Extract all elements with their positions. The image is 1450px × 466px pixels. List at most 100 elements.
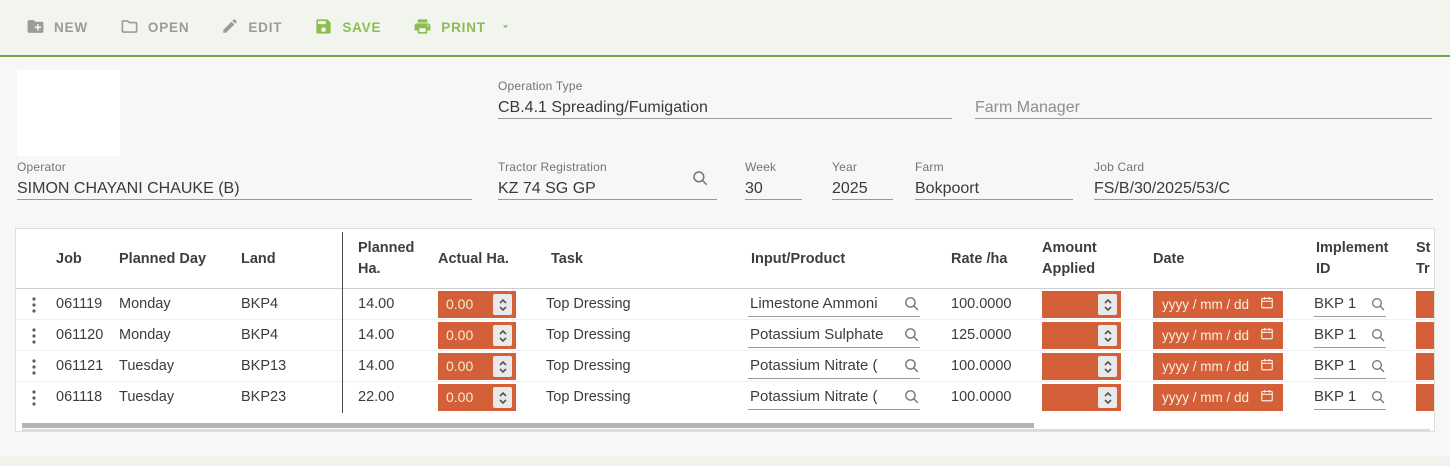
folder-icon <box>120 17 139 39</box>
input-product-field[interactable]: Limestone Ammoni <box>748 291 920 317</box>
chevron-down-icon[interactable] <box>499 20 512 36</box>
calendar-icon[interactable] <box>1260 357 1274 377</box>
open-button[interactable]: OPEN <box>120 17 189 39</box>
search-icon[interactable] <box>903 388 920 405</box>
actual-ha-input[interactable]: 0.00 <box>438 353 516 380</box>
search-icon[interactable] <box>1370 327 1386 343</box>
number-spinner-icon[interactable] <box>1098 325 1117 346</box>
implement-id-value: BKP 1 <box>1314 326 1365 343</box>
job-number: 061118 <box>56 382 102 413</box>
number-spinner-icon[interactable] <box>1098 294 1117 315</box>
implement-id-field[interactable]: BKP 1 <box>1314 291 1386 317</box>
farm-field[interactable]: Farm Bokpoort <box>915 159 1073 200</box>
amount-applied-input[interactable] <box>1042 384 1121 411</box>
implement-id-value: BKP 1 <box>1314 388 1365 405</box>
search-icon[interactable] <box>903 357 920 374</box>
job-card-label: Job Card <box>1094 159 1433 175</box>
clipped-orange-input[interactable] <box>1416 291 1435 318</box>
task: Top Dressing <box>546 320 631 351</box>
clipped-orange-input[interactable] <box>1416 353 1435 380</box>
row-menu-icon[interactable] <box>32 289 36 320</box>
date-placeholder: yyyy / mm / dd <box>1162 297 1249 312</box>
pencil-icon <box>221 17 239 38</box>
row-menu-icon[interactable] <box>32 351 36 382</box>
amount-applied-input[interactable] <box>1042 291 1121 318</box>
amount-applied-input[interactable] <box>1042 353 1121 380</box>
farm-label: Farm <box>915 159 1073 175</box>
planned-day: Monday <box>119 320 171 351</box>
new-button-label: NEW <box>54 20 88 35</box>
planned-day: Monday <box>119 289 171 320</box>
actual-ha-value: 0.00 <box>446 291 493 318</box>
column-header-planned-day: Planned Day <box>119 229 229 289</box>
search-icon[interactable] <box>903 326 920 343</box>
horizontal-scrollbar-track[interactable] <box>22 429 1430 432</box>
tractor-registration-label: Tractor Registration <box>498 159 717 175</box>
date-input[interactable]: yyyy / mm / dd <box>1153 291 1283 318</box>
planned-day: Tuesday <box>119 351 174 382</box>
task: Top Dressing <box>546 289 631 320</box>
search-icon[interactable] <box>1370 296 1386 312</box>
actual-ha-value: 0.00 <box>446 322 493 349</box>
number-spinner-icon[interactable] <box>493 356 512 377</box>
actual-ha-input[interactable]: 0.00 <box>438 322 516 349</box>
year-field[interactable]: Year 2025 <box>832 159 893 200</box>
open-button-label: OPEN <box>148 20 189 35</box>
save-button[interactable]: SAVE <box>314 17 381 39</box>
date-input[interactable]: yyyy / mm / dd <box>1153 353 1283 380</box>
number-spinner-icon[interactable] <box>493 387 512 408</box>
input-product-field[interactable]: Potassium Nitrate ( <box>748 384 920 410</box>
farm-manager-field[interactable]: Farm Manager <box>975 78 1432 119</box>
folder-plus-icon <box>26 17 45 39</box>
column-header-rate-ha: Rate /ha <box>951 229 1031 289</box>
week-field[interactable]: Week 30 <box>745 159 802 200</box>
job-card-field[interactable]: Job Card FS/B/30/2025/53/C <box>1094 159 1433 200</box>
implement-id-field[interactable]: BKP 1 <box>1314 384 1386 410</box>
operation-type-label: Operation Type <box>498 78 952 94</box>
planned-ha: 14.00 <box>358 289 394 320</box>
clipped-orange-input[interactable] <box>1416 384 1435 411</box>
search-icon[interactable] <box>903 295 920 312</box>
column-header-date: Date <box>1153 229 1263 289</box>
column-header-input-product: Input/Product <box>751 229 921 289</box>
job-card-screen: NEW OPEN EDIT SAVE PRINT Operation Type … <box>0 0 1450 466</box>
print-button[interactable]: PRINT <box>413 17 512 39</box>
row-menu-icon[interactable] <box>32 320 36 351</box>
number-spinner-icon[interactable] <box>493 294 512 315</box>
input-product-field[interactable]: Potassium Nitrate ( <box>748 353 920 379</box>
implement-id-value: BKP 1 <box>1314 357 1365 374</box>
jobs-table: Job Planned Day Land Planned Ha. Actual … <box>15 228 1435 432</box>
row-menu-icon[interactable] <box>32 382 36 413</box>
calendar-icon[interactable] <box>1260 295 1274 315</box>
operator-field[interactable]: Operator SIMON CHAYANI CHAUKE (B) <box>17 159 472 200</box>
date-input[interactable]: yyyy / mm / dd <box>1153 384 1283 411</box>
search-icon[interactable] <box>1370 358 1386 374</box>
number-spinner-icon[interactable] <box>1098 356 1117 377</box>
actual-ha-input[interactable]: 0.00 <box>438 291 516 318</box>
search-icon[interactable] <box>691 169 709 192</box>
calendar-icon[interactable] <box>1260 326 1274 346</box>
operation-type-field[interactable]: Operation Type CB.4.1 Spreading/Fumigati… <box>498 78 952 119</box>
implement-id-field[interactable]: BKP 1 <box>1314 353 1386 379</box>
new-button[interactable]: NEW <box>26 17 88 39</box>
date-input[interactable]: yyyy / mm / dd <box>1153 322 1283 349</box>
tractor-registration-field[interactable]: Tractor Registration KZ 74 SG GP <box>498 159 717 200</box>
farm-manager-placeholder: Farm Manager <box>975 94 1432 118</box>
job-card-value: FS/B/30/2025/53/C <box>1094 175 1433 199</box>
amount-applied-input[interactable] <box>1042 322 1121 349</box>
job-number: 061119 <box>56 289 102 320</box>
actual-ha-input[interactable]: 0.00 <box>438 384 516 411</box>
number-spinner-icon[interactable] <box>493 325 512 346</box>
clipped-orange-input[interactable] <box>1416 322 1435 349</box>
edit-button[interactable]: EDIT <box>221 17 282 38</box>
number-spinner-icon[interactable] <box>1098 387 1117 408</box>
job-number: 061120 <box>56 320 103 351</box>
table-row: 061118 Tuesday BKP23 22.00 0.00 Top Dres… <box>16 382 1434 413</box>
table-header: Job Planned Day Land Planned Ha. Actual … <box>16 229 1434 289</box>
frozen-column-divider <box>342 232 343 413</box>
input-product-field[interactable]: Potassium Sulphate <box>748 322 920 348</box>
calendar-icon[interactable] <box>1260 388 1274 408</box>
implement-id-field[interactable]: BKP 1 <box>1314 322 1386 348</box>
search-icon[interactable] <box>1370 389 1386 405</box>
horizontal-scrollbar-thumb[interactable] <box>22 423 1034 428</box>
